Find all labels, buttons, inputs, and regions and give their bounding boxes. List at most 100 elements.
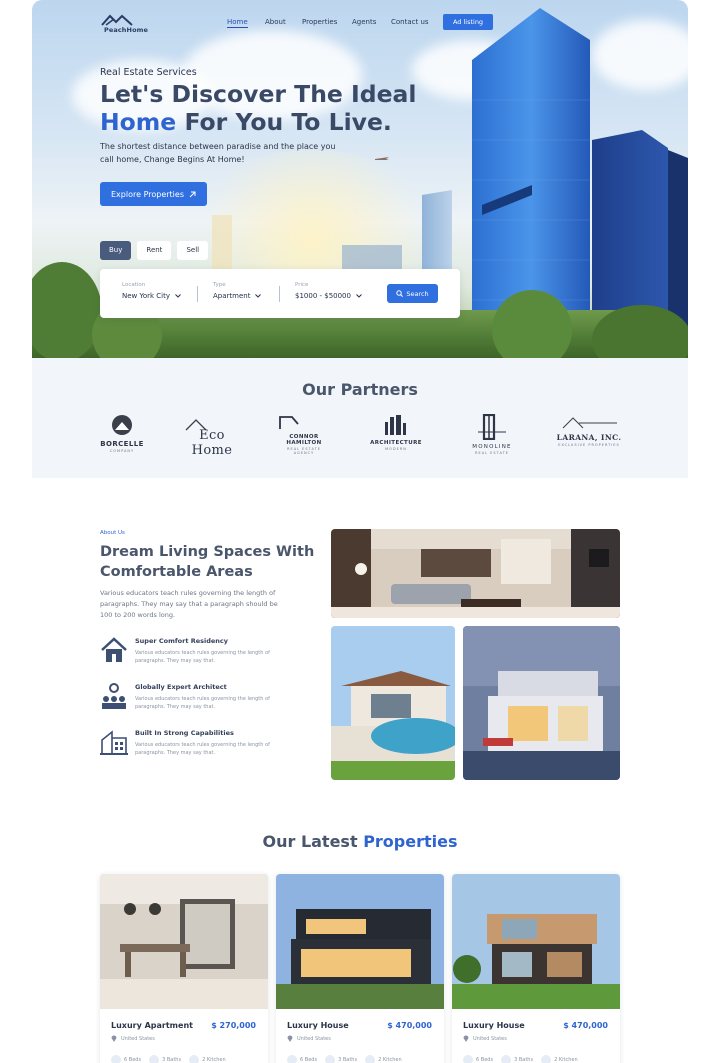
beds-feature: 6 Beds <box>287 1055 317 1063</box>
bath-icon <box>149 1055 160 1063</box>
explore-properties-button[interactable]: Explore Properties <box>100 182 207 206</box>
property-features: 6 Beds 3 Baths 2 Kitchen <box>463 1055 578 1063</box>
tab-sell[interactable]: Sell <box>177 241 209 260</box>
property-card[interactable]: Luxury House $ 470,000 United States 6 B… <box>452 874 620 1063</box>
kitchen-text: 2 Kitchen <box>202 1057 226 1063</box>
larana-logo-icon <box>562 417 617 429</box>
field-divider <box>279 286 280 302</box>
partner-sub: REAL ESTATE AGENCY <box>287 447 321 455</box>
about-kicker: About Us <box>100 530 125 536</box>
property-location: United States <box>463 1035 507 1042</box>
location-text: United States <box>473 1035 507 1042</box>
brand-logo[interactable]: PeachHome <box>100 12 160 36</box>
building-icon <box>100 730 128 755</box>
hero-title-accent: Home <box>100 108 177 136</box>
living-room-photo <box>331 529 620 618</box>
nav-home-link[interactable]: Home <box>227 18 248 28</box>
airplane-icon <box>375 157 389 160</box>
partner-name: CONNOR HAMILTON <box>286 434 322 446</box>
tab-rent[interactable]: Rent <box>137 241 172 260</box>
hero-description: The shortest distance between paradise a… <box>100 142 336 164</box>
modern-house-night-illustration <box>276 874 444 1009</box>
property-image <box>452 874 620 1009</box>
props-title-main: Our Latest <box>262 832 358 851</box>
property-name: Luxury House <box>463 1021 525 1030</box>
hero-kicker: Real Estate Services <box>100 67 197 78</box>
modern-house-photo <box>463 626 620 780</box>
location-label: Location <box>122 282 146 288</box>
partner-logo-architecture: ARCHITECTURE MODERN <box>366 414 426 458</box>
type-select[interactable]: Type Apartment <box>213 282 262 300</box>
brand-name: PeachHome <box>104 26 149 34</box>
chevron-down-icon <box>175 294 181 298</box>
tab-buy[interactable]: Buy <box>100 241 132 260</box>
nav-agents-link[interactable]: Agents <box>352 18 376 26</box>
property-features: 6 Beds 3 Baths 2 Kitchen <box>287 1055 402 1063</box>
baths-feature: 3 Baths <box>501 1055 533 1063</box>
baths-feature: 3 Baths <box>149 1055 181 1063</box>
chevron-down-icon <box>255 294 262 298</box>
price-label: Price <box>295 282 309 288</box>
nav-contact-link[interactable]: Contact us <box>391 18 429 26</box>
price-select[interactable]: Price $1000 - $50000 <box>295 282 362 300</box>
feature-title: Super Comfort Residency <box>135 637 229 645</box>
explore-label: Explore Properties <box>111 189 184 199</box>
property-image <box>276 874 444 1009</box>
house-roof-icon <box>101 14 133 26</box>
feature-item: Super Comfort Residency Various educator… <box>100 636 300 672</box>
price-value: $1000 - $50000 <box>295 292 351 300</box>
property-card[interactable]: Luxury Apartment $ 270,000 United States… <box>100 874 268 1063</box>
search-icon <box>396 290 404 297</box>
modern-house-illustration <box>463 626 620 780</box>
location-pin-icon <box>111 1035 117 1042</box>
pool-villa-photo <box>331 626 455 780</box>
ad-listing-button[interactable]: Ad listing <box>443 14 493 30</box>
search-label: Search <box>406 289 429 298</box>
partner-sub: REAL ESTATE <box>475 451 509 455</box>
about-description: Various educators teach rules governing … <box>100 589 278 619</box>
listing-type-tabs: Buy Rent Sell <box>100 241 209 260</box>
partner-sub: EXCLUSIVE PROPERTIES <box>558 443 620 447</box>
bed-icon <box>111 1055 121 1063</box>
connor-hamilton-logo-icon <box>279 416 299 429</box>
property-name: Luxury House <box>287 1021 349 1030</box>
property-card[interactable]: Luxury House $ 470,000 United States 6 B… <box>276 874 444 1063</box>
bed-icon <box>287 1055 297 1063</box>
property-image <box>100 874 268 1009</box>
beds-feature: 6 Beds <box>463 1055 493 1063</box>
partner-name: ARCHITECTURE <box>370 440 422 446</box>
nav-properties-link[interactable]: Properties <box>302 18 337 26</box>
search-button[interactable]: Search <box>387 284 438 303</box>
kitchen-text: 2 Kitchen <box>378 1057 402 1063</box>
hero-title-rest: For You To Live. <box>184 108 392 136</box>
type-label: Type <box>213 282 226 288</box>
feature-description: Various educators teach rules governing … <box>135 696 270 710</box>
team-icon <box>102 683 126 709</box>
partner-sub: MODERN <box>385 447 407 451</box>
location-pin-icon <box>463 1035 469 1042</box>
feature-item: Built In Strong Capabilities Various edu… <box>100 728 300 764</box>
living-room-illustration <box>331 529 620 618</box>
pool-villa-illustration <box>331 626 455 780</box>
nav-about-link[interactable]: About <box>265 18 286 26</box>
arrow-up-right-icon <box>189 191 196 197</box>
baths-text: 3 Baths <box>162 1057 182 1063</box>
partner-logo-monoline: MONOLINE REAL ESTATE <box>462 413 522 458</box>
property-name: Luxury Apartment <box>111 1021 193 1030</box>
beds-feature: 6 Beds <box>111 1055 141 1063</box>
feature-item: Globally Expert Architect Various educat… <box>100 682 300 718</box>
apartment-interior-illustration <box>100 874 268 1009</box>
bed-icon <box>463 1055 473 1063</box>
hero-title-line1: Let's Discover The Ideal <box>100 80 417 108</box>
location-text: United States <box>121 1035 155 1042</box>
partner-logo-borcelle: BORCELLE COMPANY <box>100 414 144 458</box>
kitchen-text: 2 Kitchen <box>554 1057 578 1063</box>
location-pin-icon <box>287 1035 293 1042</box>
kitchen-feature: 2 Kitchen <box>541 1055 578 1063</box>
kitchen-feature: 2 Kitchen <box>365 1055 402 1063</box>
property-price: $ 270,000 <box>211 1021 256 1030</box>
property-search-card: Location New York City Type Apartment Pr… <box>100 269 460 318</box>
baths-text: 3 Baths <box>338 1057 358 1063</box>
type-value: Apartment <box>213 292 251 300</box>
location-select[interactable]: Location New York City <box>122 282 181 300</box>
